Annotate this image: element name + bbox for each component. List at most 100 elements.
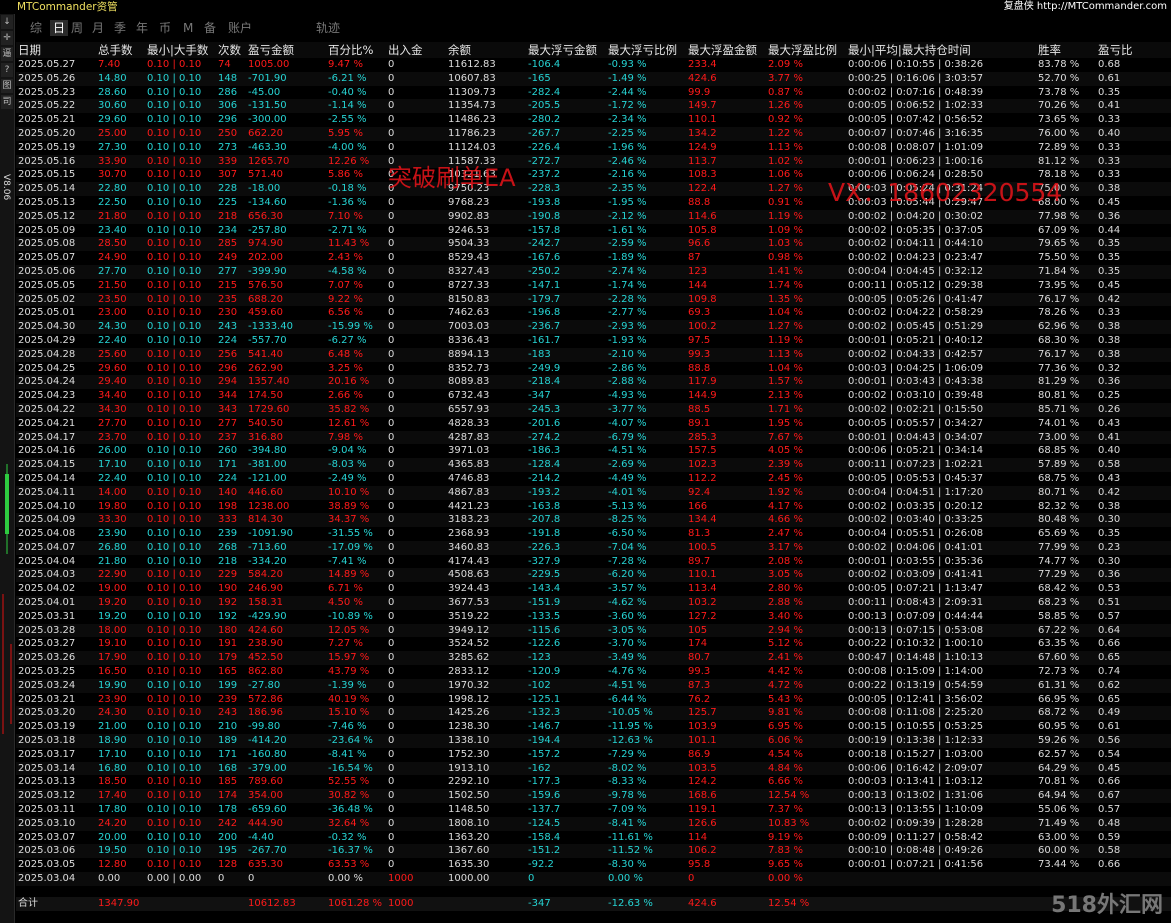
- table-row[interactable]: 2025.04.10 19.80 0.10 | 0.10 198 1238.00 38.8…: [16, 499, 1171, 514]
- table-cell: 0:00:02 | 0:03:35 | 0:20:12: [848, 500, 984, 512]
- column-header[interactable]: 次数: [218, 42, 241, 58]
- table-row[interactable]: 2025.03.04 0.00 0.00 | 0.00 0 0 0.00 % 1000 100…: [16, 872, 1171, 886]
- table-cell: -6.20 %: [608, 569, 647, 581]
- column-header[interactable]: 最大浮盈金额: [688, 42, 757, 58]
- column-header[interactable]: 总手数: [98, 42, 133, 58]
- column-header[interactable]: 百分比%: [328, 42, 373, 58]
- column-header[interactable]: 最大浮亏金额: [528, 42, 597, 58]
- website-link[interactable]: 复盘侠 http://MTCommander.com: [1004, 0, 1167, 14]
- table-row[interactable]: 2025.03.07 20.00 0.10 | 0.10 200 -4.40 -0.32 …: [16, 830, 1171, 845]
- watermark-ea: 突破刷单EA: [388, 164, 516, 192]
- tab-3[interactable]: 月: [92, 20, 104, 36]
- table-row[interactable]: 2025.04.11 14.00 0.10 | 0.10 140 446.60 10.10…: [16, 485, 1171, 500]
- table-row[interactable]: 2025.05.06 27.70 0.10 | 0.10 277 -399.90 -4.5…: [16, 264, 1171, 279]
- table-row[interactable]: 2025.03.21 23.90 0.10 | 0.10 239 572.86 40.19…: [16, 692, 1171, 707]
- table-row[interactable]: 2025.05.23 28.60 0.10 | 0.10 286 -45.00 -0.40…: [16, 85, 1171, 100]
- table-row[interactable]: 2025.04.30 24.30 0.10 | 0.10 243 -1333.40 -15…: [16, 320, 1171, 334]
- table-row[interactable]: 2025.05.21 29.60 0.10 | 0.10 296 -300.00 -2.5…: [16, 113, 1171, 127]
- table-row[interactable]: 2025.03.12 17.40 0.10 | 0.10 174 354.00 30.82…: [16, 789, 1171, 804]
- table-row[interactable]: 2025.04.16 26.00 0.10 | 0.10 260 -394.80 -9.0…: [16, 444, 1171, 459]
- table-cell: 1.04 %: [768, 362, 803, 374]
- tab-7[interactable]: M: [183, 20, 193, 36]
- tab-6[interactable]: 币: [159, 20, 171, 36]
- table-row[interactable]: 2025.05.27 7.40 0.10 | 0.10 74 1005.00 9.47 %…: [16, 58, 1171, 72]
- column-header[interactable]: 日期: [18, 42, 41, 58]
- table-row[interactable]: 2025.05.26 14.80 0.10 | 0.10 148 -701.90 -6.2…: [16, 71, 1171, 86]
- table-row[interactable]: 2025.04.14 22.40 0.10 | 0.10 224 -121.00 -2.4…: [16, 471, 1171, 486]
- table-row[interactable]: 2025.03.27 19.10 0.10 | 0.10 191 238.90 7.27 …: [16, 637, 1171, 652]
- table-row[interactable]: 2025.04.25 29.60 0.10 | 0.10 296 262.90 3.25 …: [16, 361, 1171, 376]
- table-cell: 0: [688, 873, 695, 885]
- column-header[interactable]: 盈亏比: [1098, 42, 1133, 58]
- table-row[interactable]: 2025.05.19 27.30 0.10 | 0.10 273 -463.30 -4.0…: [16, 140, 1171, 155]
- table-row[interactable]: 2025.04.24 29.40 0.10 | 0.10 294 1357.40 20.1…: [16, 375, 1171, 390]
- table-row[interactable]: 2025.03.18 18.90 0.10 | 0.10 189 -414.20 -23.…: [16, 734, 1171, 748]
- table-row[interactable]: 2025.03.19 21.00 0.10 | 0.10 210 -99.80 -7.46…: [16, 720, 1171, 735]
- table-row[interactable]: 2025.03.05 12.80 0.10 | 0.10 128 635.30 63.53…: [16, 858, 1171, 873]
- table-row[interactable]: 2025.04.17 23.70 0.10 | 0.10 237 316.80 7.98 …: [16, 430, 1171, 445]
- table-row[interactable]: 2025.05.09 23.40 0.10 | 0.10 234 -257.80 -2.7…: [16, 223, 1171, 238]
- table-row[interactable]: 2025.05.05 21.50 0.10 | 0.10 215 576.50 7.07 …: [16, 278, 1171, 293]
- table-cell: -3.49 %: [608, 652, 647, 664]
- table-row[interactable]: 2025.04.03 22.90 0.10 | 0.10 229 584.20 14.89…: [16, 568, 1171, 583]
- table-row[interactable]: 2025.04.02 19.00 0.10 | 0.10 190 246.90 6.71 …: [16, 582, 1171, 597]
- tab-5[interactable]: 年: [136, 20, 148, 36]
- column-header[interactable]: 最大浮盈比例: [768, 42, 837, 58]
- toolbar-button[interactable]: 逼: [1, 47, 13, 61]
- table-row[interactable]: 2025.03.10 24.20 0.10 | 0.10 242 444.90 32.64…: [16, 816, 1171, 831]
- table-row[interactable]: 2025.03.06 19.50 0.10 | 0.10 195 -267.70 -16.…: [16, 844, 1171, 859]
- toolbar-button[interactable]: ?: [1, 63, 13, 77]
- table-row[interactable]: 2025.04.08 23.90 0.10 | 0.10 239 -1091.90 -31…: [16, 527, 1171, 541]
- table-row[interactable]: 2025.03.24 19.90 0.10 | 0.10 199 -27.80 -1.39…: [16, 678, 1171, 693]
- table-row[interactable]: 2025.05.01 23.00 0.10 | 0.10 230 459.60 6.56 …: [16, 306, 1171, 321]
- tab-1[interactable]: 日: [50, 20, 69, 36]
- column-header[interactable]: 胜率: [1038, 42, 1061, 58]
- table-row[interactable]: 2025.04.29 22.40 0.10 | 0.10 224 -557.70 -6.2…: [16, 333, 1171, 348]
- column-header[interactable]: 最大浮亏比例: [608, 42, 677, 58]
- table-row[interactable]: 2025.03.25 16.50 0.10 | 0.10 165 862.80 43.79…: [16, 665, 1171, 679]
- table-row[interactable]: 2025.04.21 27.70 0.10 | 0.10 277 540.50 12.61…: [16, 416, 1171, 431]
- column-header[interactable]: 最小|平均|最大持仓时间: [848, 42, 971, 58]
- table-row[interactable]: 2025.04.22 34.30 0.10 | 0.10 343 1729.60 35.8…: [16, 402, 1171, 417]
- table-row[interactable]: 2025.03.17 17.10 0.10 | 0.10 171 -160.80 -8.4…: [16, 747, 1171, 762]
- table-cell: 0:00:11 | 0:05:12 | 0:29:38: [848, 279, 984, 291]
- table-row[interactable]: 2025.03.31 19.20 0.10 | 0.10 192 -429.90 -10.…: [16, 609, 1171, 624]
- tab-2[interactable]: 周: [71, 20, 83, 36]
- table-row[interactable]: 2025.03.26 17.90 0.10 | 0.10 179 452.50 15.97…: [16, 651, 1171, 666]
- table-row[interactable]: 2025.05.22 30.60 0.10 | 0.10 306 -131.50 -1.1…: [16, 99, 1171, 114]
- table-row[interactable]: 2025.05.08 28.50 0.10 | 0.10 285 974.90 11.43…: [16, 237, 1171, 252]
- column-header[interactable]: 余额: [448, 42, 471, 58]
- toolbar-button[interactable]: 图: [1, 79, 13, 93]
- table-row[interactable]: 2025.03.20 24.30 0.10 | 0.10 243 186.96 15.10…: [16, 706, 1171, 721]
- table-row[interactable]: 2025.04.23 34.40 0.10 | 0.10 344 174.50 2.66 …: [16, 389, 1171, 403]
- table-row[interactable]: 2025.05.02 23.50 0.10 | 0.10 235 688.20 9.22 …: [16, 292, 1171, 307]
- toolbar-button[interactable]: ✛: [1, 31, 13, 45]
- toolbar-button[interactable]: ↓: [1, 15, 13, 29]
- table-row[interactable]: 2025.05.20 25.00 0.10 | 0.10 250 662.20 5.95 …: [16, 126, 1171, 141]
- tab-9[interactable]: 账户: [228, 20, 252, 36]
- table-row[interactable]: 2025.04.04 21.80 0.10 | 0.10 218 -334.20 -7.4…: [16, 554, 1171, 569]
- table-row[interactable]: 2025.05.07 24.90 0.10 | 0.10 249 202.00 2.43 …: [16, 251, 1171, 265]
- table-row[interactable]: 2025.03.28 18.00 0.10 | 0.10 180 424.60 12.05…: [16, 623, 1171, 638]
- table-cell: 4508.63: [448, 569, 490, 581]
- tab-0[interactable]: 综: [30, 20, 42, 36]
- table-row[interactable]: 2025.03.11 17.80 0.10 | 0.10 178 -659.60 -36.…: [16, 803, 1171, 817]
- column-header[interactable]: 盈亏金额: [248, 42, 294, 58]
- column-header[interactable]: 最小|大手数: [147, 42, 208, 58]
- table-row[interactable]: 2025.04.07 26.80 0.10 | 0.10 268 -713.60 -17.…: [16, 540, 1171, 555]
- table-row[interactable]: 2025.04.28 25.60 0.10 | 0.10 256 541.40 6.48 …: [16, 347, 1171, 362]
- table-row[interactable]: 2025.04.15 17.10 0.10 | 0.10 171 -381.00 -8.0…: [16, 458, 1171, 472]
- table-cell: 1265.70: [248, 155, 290, 167]
- tab-8[interactable]: 备: [204, 20, 216, 36]
- table-row[interactable]: 2025.03.14 16.80 0.10 | 0.10 168 -379.00 -16.…: [16, 761, 1171, 776]
- tab-10[interactable]: 轨迹: [316, 20, 340, 36]
- table-row[interactable]: 2025.04.01 19.20 0.10 | 0.10 192 158.31 4.50 …: [16, 596, 1171, 610]
- table-cell: -102: [528, 679, 551, 691]
- table-row[interactable]: 2025.04.09 33.30 0.10 | 0.10 333 814.30 34.37…: [16, 513, 1171, 528]
- table-row[interactable]: 2025.05.16 33.90 0.10 | 0.10 339 1265.70 12.2…: [16, 154, 1171, 169]
- column-header[interactable]: 出入金: [388, 42, 423, 58]
- table-row[interactable]: 2025.03.13 18.50 0.10 | 0.10 185 789.60 52.55…: [16, 775, 1171, 790]
- tab-4[interactable]: 季: [114, 20, 126, 36]
- table-row[interactable]: 2025.05.12 21.80 0.10 | 0.10 218 656.30 7.10 …: [16, 209, 1171, 224]
- toolbar-button[interactable]: 司: [1, 95, 13, 109]
